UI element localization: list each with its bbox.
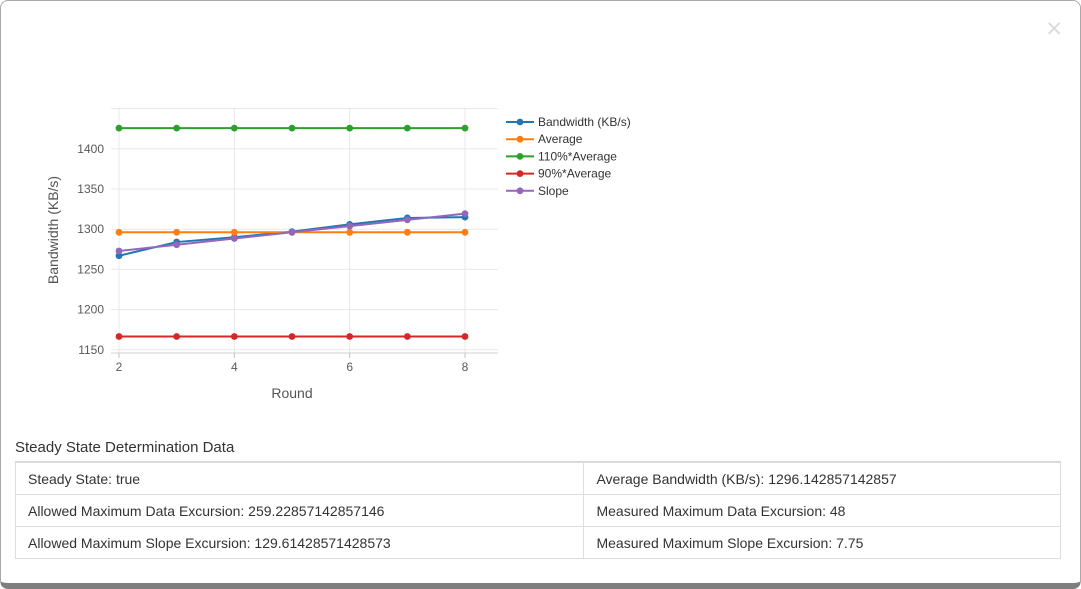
data-point xyxy=(289,229,296,236)
data-point xyxy=(462,210,469,217)
series-bandwidth-kb-s xyxy=(116,214,469,259)
series-90-average xyxy=(116,333,469,340)
data-point xyxy=(231,333,238,340)
table-row: Allowed Maximum Slope Excursion: 129.614… xyxy=(16,527,1061,559)
table-cell: Steady State: true xyxy=(16,463,584,495)
table-cell: Measured Maximum Slope Excursion: 7.75 xyxy=(584,527,1061,559)
bandwidth-chart-svg: 2 4 6 8 Round 1150 1200 1250 1300 1350 1400 Bandwid… xyxy=(31,71,711,421)
data-point xyxy=(116,229,123,236)
data-point xyxy=(404,333,411,340)
x-tick-label: 8 xyxy=(462,360,469,374)
x-tick-label: 4 xyxy=(231,360,238,374)
legend-label: 90%*Average xyxy=(538,167,611,181)
data-point xyxy=(116,333,123,340)
legend-item: 90%*Average xyxy=(506,167,611,181)
x-tick-label: 2 xyxy=(116,360,123,374)
y-tick-label: 1250 xyxy=(77,262,104,276)
y-tick-label: 1200 xyxy=(77,303,104,317)
table-row: Allowed Maximum Data Excursion: 259.2285… xyxy=(16,495,1061,527)
legend-item: Slope xyxy=(506,184,569,198)
x-axis: 2 4 6 8 Round xyxy=(111,353,498,401)
y-tick-label: 1400 xyxy=(77,142,104,156)
data-point xyxy=(231,229,238,236)
data-point xyxy=(404,229,411,236)
x-tick-label: 6 xyxy=(346,360,353,374)
data-point xyxy=(173,229,180,236)
data-point xyxy=(346,223,353,230)
steady-state-table-body: Steady State: trueAverage Bandwidth (KB/… xyxy=(16,463,1061,559)
table-cell: Measured Maximum Data Excursion: 48 xyxy=(584,495,1061,527)
legend: Bandwidth (KB/s) Average 110%*Average 90%*A… xyxy=(506,115,631,198)
bandwidth-chart: 2 4 6 8 Round 1150 1200 1250 1300 1350 1400 Bandwid… xyxy=(31,71,711,421)
data-point xyxy=(346,229,353,236)
table-cell: Allowed Maximum Data Excursion: 259.2285… xyxy=(16,495,584,527)
data-point xyxy=(404,125,411,132)
series-110-average xyxy=(116,125,469,132)
legend-marker-icon xyxy=(517,119,524,126)
data-point xyxy=(231,125,238,132)
data-point xyxy=(173,125,180,132)
data-point xyxy=(462,125,469,132)
data-point xyxy=(346,125,353,132)
data-point xyxy=(289,125,296,132)
legend-item: 110%*Average xyxy=(506,149,617,163)
legend-label: 110%*Average xyxy=(538,149,617,163)
legend-label: Slope xyxy=(538,184,569,198)
data-point xyxy=(289,333,296,340)
legend-marker-icon xyxy=(517,153,524,160)
legend-label: Average xyxy=(538,132,583,146)
x-axis-title: Round xyxy=(271,385,312,401)
y-tick-label: 1350 xyxy=(77,182,104,196)
close-icon[interactable]: ✕ xyxy=(1045,19,1063,40)
section-title: Steady State Determination Data xyxy=(15,437,1061,462)
data-point xyxy=(404,216,411,223)
y-axis-title: Bandwidth (KB/s) xyxy=(45,176,61,284)
legend-marker-icon xyxy=(517,136,524,143)
steady-state-table: Steady State: trueAverage Bandwidth (KB/… xyxy=(15,462,1061,559)
table-cell: Allowed Maximum Slope Excursion: 129.614… xyxy=(16,527,584,559)
data-point xyxy=(462,229,469,236)
steady-state-section: Steady State Determination Data Steady S… xyxy=(15,437,1061,559)
table-row: Steady State: trueAverage Bandwidth (KB/… xyxy=(16,463,1061,495)
legend-label: Bandwidth (KB/s) xyxy=(538,115,631,129)
steady-state-modal: ✕ 2 4 6 8 Round 1150 1200 1250 1300 1350 1400 Bandw… xyxy=(0,0,1081,589)
y-axis: 1150 1200 1250 1300 1350 1400 Bandwidth (KB/s) xyxy=(45,142,104,357)
data-point xyxy=(173,333,180,340)
legend-item: Bandwidth (KB/s) xyxy=(506,115,631,129)
data-point xyxy=(462,333,469,340)
table-cell: Average Bandwidth (KB/s): 1296.142857142… xyxy=(584,463,1061,495)
data-point xyxy=(231,235,238,242)
legend-marker-icon xyxy=(517,170,524,177)
data-point xyxy=(173,241,180,248)
data-point xyxy=(116,248,123,255)
y-tick-label: 1300 xyxy=(77,222,104,236)
y-tick-label: 1150 xyxy=(78,343,104,357)
data-point xyxy=(346,333,353,340)
legend-marker-icon xyxy=(517,187,524,194)
data-point xyxy=(116,125,123,132)
legend-item: Average xyxy=(506,132,583,146)
